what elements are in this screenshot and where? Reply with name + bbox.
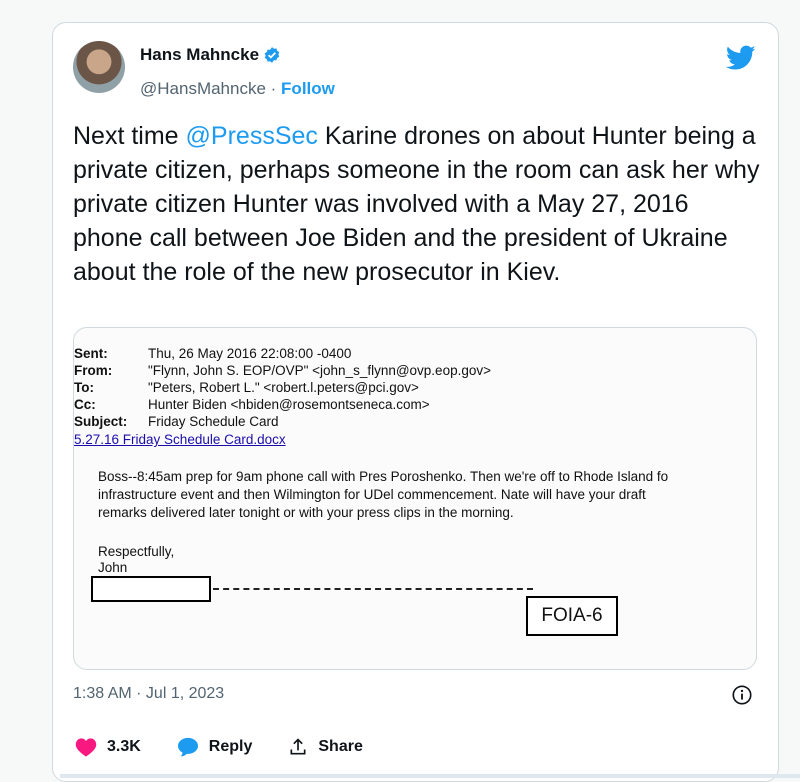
email-header-to: To: "Peters, Robert L." <robert.l.peters… bbox=[74, 380, 419, 395]
email-sign-off: Respectfully, bbox=[98, 544, 175, 559]
verified-badge-icon bbox=[264, 47, 280, 63]
email-header-sent: Sent: Thu, 26 May 2016 22:08:00 -0400 bbox=[74, 346, 351, 361]
heart-icon bbox=[75, 738, 97, 757]
tweet-text-start: Next time bbox=[73, 122, 186, 150]
tweet-card: Hans Mahncke @HansMahncke · Follow Next … bbox=[52, 22, 779, 782]
email-signature: John bbox=[98, 560, 128, 575]
email-header-key: Subject: bbox=[74, 414, 128, 429]
email-header-key: Sent: bbox=[74, 346, 108, 361]
author-name-row: Hans Mahncke bbox=[140, 45, 281, 65]
email-header-value: Friday Schedule Card bbox=[148, 414, 279, 429]
email-header-value: "Flynn, John S. EOP/OVP" <john_s_flynn@o… bbox=[148, 363, 491, 378]
author-handle-row: @HansMahncke · Follow bbox=[140, 79, 335, 99]
share-label: Share bbox=[318, 738, 363, 755]
author-display-name[interactable]: Hans Mahncke bbox=[140, 45, 259, 65]
share-icon bbox=[290, 738, 306, 755]
email-header-value: Hunter Biden <hbiden@rosemontseneca.com> bbox=[148, 397, 430, 412]
mention-link[interactable]: @PressSec bbox=[186, 122, 318, 150]
email-header-value: "Peters, Robert L." <robert.l.peters@pci… bbox=[148, 380, 419, 395]
foia-stamp: FOIA-6 bbox=[526, 596, 618, 636]
twitter-bird-icon[interactable] bbox=[726, 45, 756, 71]
share-button[interactable]: Share bbox=[288, 737, 363, 757]
avatar[interactable] bbox=[73, 41, 125, 93]
bottom-scroll-strip bbox=[60, 774, 800, 778]
tweet-actions: 3.3K Reply Share bbox=[75, 737, 399, 757]
email-body: Boss--8:45am prep for 9am phone call wit… bbox=[98, 468, 756, 522]
email-header-value: Thu, 26 May 2016 22:08:00 -0400 bbox=[148, 346, 352, 361]
dashed-connector bbox=[213, 588, 533, 590]
email-header-subject: Subject: Friday Schedule Card bbox=[74, 414, 279, 429]
email-body-line: remarks delivered later tonight or with … bbox=[98, 505, 514, 520]
follow-button[interactable]: Follow bbox=[281, 79, 335, 98]
redaction-box bbox=[91, 576, 211, 602]
attached-image[interactable]: Sent: Thu, 26 May 2016 22:08:00 -0400 Fr… bbox=[73, 327, 757, 670]
email-header-cc: Cc: Hunter Biden <hbiden@rosemontseneca.… bbox=[74, 397, 430, 412]
email-header-key: Cc: bbox=[74, 397, 96, 412]
tweet-text: Next time @PressSec Karine drones on abo… bbox=[73, 119, 763, 289]
email-attachment-link: 5.27.16 Friday Schedule Card.docx bbox=[74, 432, 286, 447]
email-body-line: Boss--8:45am prep for 9am phone call wit… bbox=[98, 469, 669, 484]
email-header-key: From: bbox=[74, 363, 113, 378]
handle-separator: · bbox=[265, 79, 282, 98]
info-icon[interactable] bbox=[731, 684, 753, 706]
author-handle[interactable]: @HansMahncke bbox=[140, 79, 266, 98]
reply-button[interactable]: Reply bbox=[177, 737, 253, 757]
like-button[interactable]: 3.3K bbox=[75, 737, 141, 757]
reply-label: Reply bbox=[208, 738, 253, 755]
reply-bubble-icon bbox=[177, 737, 198, 757]
tweet-timestamp[interactable]: 1:38 AM · Jul 1, 2023 bbox=[73, 685, 224, 703]
email-header-from: From: "Flynn, John S. EOP/OVP" <john_s_f… bbox=[74, 363, 491, 378]
like-count: 3.3K bbox=[107, 738, 141, 755]
email-header-key: To: bbox=[74, 380, 94, 395]
email-body-line: infrastructure event and then Wilmington… bbox=[98, 487, 646, 502]
